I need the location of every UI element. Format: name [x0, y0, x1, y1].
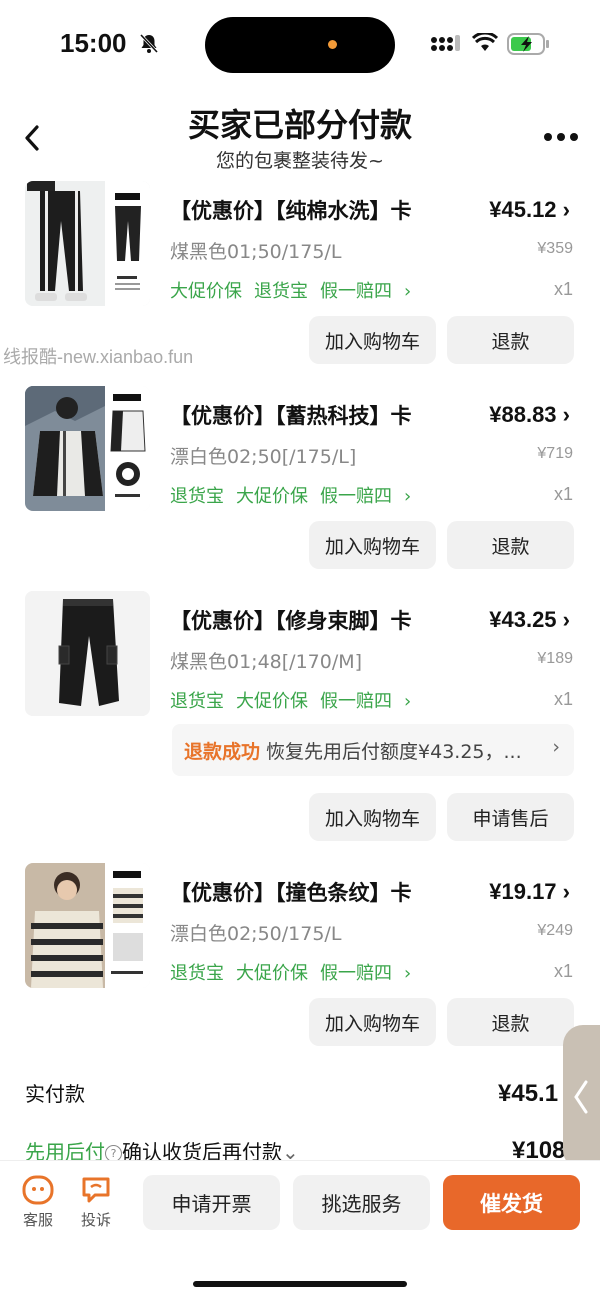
chevron-right-icon: ›	[404, 691, 412, 712]
quantity: x1	[553, 484, 573, 504]
product-image-jacket-white[interactable]	[25, 386, 150, 511]
dynamic-island	[205, 17, 395, 73]
product-image-pants-black[interactable]	[25, 181, 150, 306]
price-value: ¥43.25	[489, 607, 557, 632]
refund-button[interactable]: 退款	[447, 998, 574, 1046]
cellular-signal-icon	[431, 35, 460, 51]
quantity: x1	[553, 689, 573, 709]
after-sales-button[interactable]: 申请售后	[447, 793, 574, 841]
refund-status-text: 恢复先用后付额度¥43.25，...	[266, 740, 522, 763]
add-to-cart-button[interactable]: 加入购物车	[309, 793, 436, 841]
quantity: x1	[553, 961, 573, 981]
service-tag: 退货宝	[170, 691, 224, 712]
customer-service-label: 客服	[22, 1211, 53, 1229]
wifi-icon	[472, 33, 498, 51]
service-tag: 退货宝	[254, 281, 308, 302]
service-tag: 假一赔四	[320, 486, 392, 507]
service-tag: 大促价保	[236, 691, 308, 712]
more-options-icon[interactable]	[543, 132, 579, 142]
product-spec: 煤黑色01;50/175/L	[170, 241, 342, 263]
service-tag: 假一赔四	[320, 963, 392, 984]
invoice-button[interactable]: 申请开票	[143, 1175, 280, 1230]
add-to-cart-button[interactable]: 加入购物车	[309, 998, 436, 1046]
service-tag: 大促价保	[236, 963, 308, 984]
product-price[interactable]: ¥19.17 ›	[489, 879, 570, 905]
price-value: ¥88.83	[489, 402, 557, 427]
customer-service-button[interactable]: 客服	[20, 1175, 56, 1230]
product-spec: 漂白色02;50[/175/L]	[170, 446, 357, 468]
quantity: x1	[553, 279, 573, 299]
refund-status: 退款成功	[184, 740, 261, 763]
paid-label: 实付款	[25, 1082, 85, 1106]
service-tag: 退货宝	[170, 486, 224, 507]
customer-service-icon	[22, 1175, 54, 1205]
chevron-right-icon: ›	[562, 197, 570, 222]
product-spec: 漂白色02;50/175/L	[170, 923, 342, 945]
service-tags[interactable]: 退货宝 大促价保 假一赔四 ›	[170, 687, 423, 713]
original-price: ¥719	[537, 445, 573, 462]
product-image-striped-sweater[interactable]	[25, 863, 150, 988]
original-price: ¥189	[537, 650, 573, 667]
recording-dot	[328, 40, 337, 49]
paid-amount: ¥45.1	[498, 1080, 559, 1107]
complain-label: 投诉	[80, 1211, 111, 1229]
home-indicator[interactable]	[193, 1281, 407, 1287]
chevron-right-icon: ›	[562, 879, 570, 904]
pick-service-button[interactable]: 挑选服务	[293, 1175, 430, 1230]
watermark: 线报酷-new.xianbao.fun	[3, 347, 194, 367]
product-image-cargo-pants[interactable]	[25, 591, 150, 716]
service-tags[interactable]: 退货宝 大促价保 假一赔四 ›	[170, 959, 423, 985]
price-value: ¥19.17	[489, 879, 557, 904]
complain-icon	[82, 1177, 110, 1203]
service-tag: 大促价保	[170, 281, 242, 302]
product-title[interactable]: 【优惠价】【修身束脚】卡	[170, 605, 440, 635]
service-tag: 假一赔四	[320, 691, 392, 712]
chevron-right-icon: ›	[562, 607, 570, 632]
battery-charging-icon	[507, 33, 549, 55]
original-price: ¥359	[537, 240, 573, 257]
refund-button[interactable]: 退款	[447, 521, 574, 569]
page-subtitle: 您的包裹整装待发~	[216, 150, 384, 172]
service-tags[interactable]: 退货宝 大促价保 假一赔四 ›	[170, 482, 423, 508]
original-price: ¥249	[537, 922, 573, 939]
product-title[interactable]: 【优惠价】【蓄热科技】卡	[170, 400, 440, 430]
page-title: 买家已部分付款	[187, 106, 412, 144]
refund-button[interactable]: 退款	[447, 316, 574, 364]
side-floating-handle[interactable]	[563, 1025, 600, 1170]
urge-shipment-button[interactable]: 催发货	[443, 1175, 580, 1230]
chevron-right-icon: ›	[562, 402, 570, 427]
status-bar: 15:00	[0, 0, 600, 90]
chevron-right-icon: ›	[404, 281, 412, 302]
chevron-right-icon: ›	[404, 963, 412, 984]
complain-button[interactable]: 投诉	[78, 1175, 114, 1230]
product-price[interactable]: ¥45.12 ›	[489, 197, 570, 223]
service-tag: 退货宝	[170, 963, 224, 984]
product-title[interactable]: 【优惠价】【纯棉水洗】卡	[170, 195, 440, 225]
product-spec: 煤黑色01;48[/170/M]	[170, 651, 363, 673]
service-tag: 大促价保	[236, 486, 308, 507]
product-price[interactable]: ¥43.25 ›	[489, 607, 570, 633]
chevron-left-icon	[574, 1080, 588, 1114]
bell-muted-icon	[139, 33, 159, 54]
status-time: 15:00	[60, 28, 127, 58]
service-tags[interactable]: 大促价保 退货宝 假一赔四 ›	[170, 277, 423, 303]
price-value: ¥45.12	[489, 197, 557, 222]
add-to-cart-button[interactable]: 加入购物车	[309, 521, 436, 569]
product-price[interactable]: ¥88.83 ›	[489, 402, 570, 428]
add-to-cart-button[interactable]: 加入购物车	[309, 316, 436, 364]
chevron-right-icon: ›	[404, 486, 412, 507]
service-tag: 假一赔四	[320, 281, 392, 302]
refund-status-bar[interactable]: 退款成功 恢复先用后付额度¥43.25，... ›	[172, 724, 574, 776]
product-title[interactable]: 【优惠价】【撞色条纹】卡	[170, 877, 440, 907]
chevron-right-icon: ›	[552, 736, 560, 758]
